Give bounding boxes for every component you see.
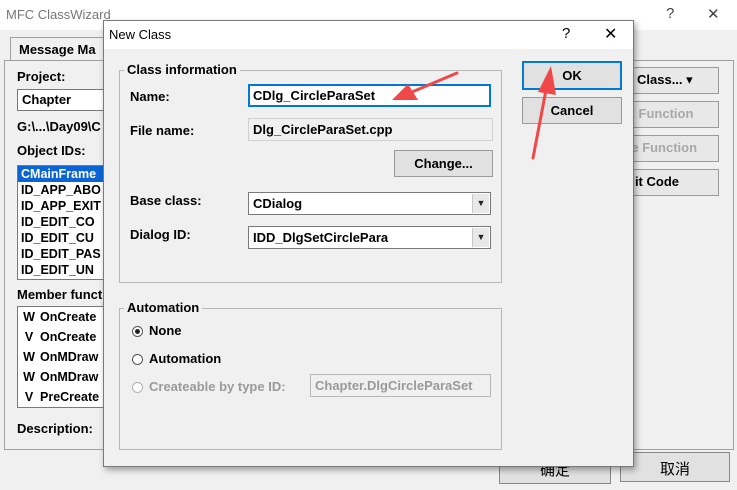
arrow-to-name-field [392, 71, 459, 100]
arrow-to-ok-button [531, 66, 556, 160]
annotation-arrows [392, 66, 556, 160]
